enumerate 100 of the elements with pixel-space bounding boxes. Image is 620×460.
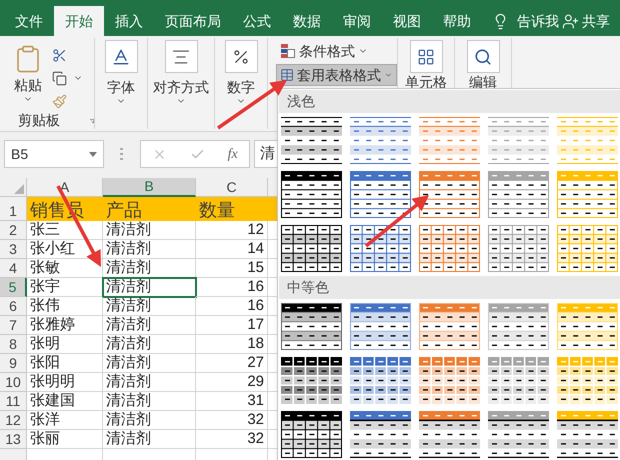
table-style-swatch[interactable] [281, 357, 342, 404]
table-style-swatch[interactable] [281, 303, 342, 350]
conditional-format-icon [280, 43, 296, 59]
table-style-swatch[interactable] [488, 225, 549, 272]
font-icon [104, 40, 138, 73]
table-style-swatch[interactable] [350, 303, 411, 350]
row-header[interactable]: 8 [0, 335, 27, 354]
drag-handle-icon[interactable] [120, 148, 123, 160]
row-header[interactable]: 1 [0, 197, 27, 221]
ribbon-tab[interactable]: 文件 [4, 6, 54, 36]
table-cell: 清洁剂 [103, 259, 196, 278]
table-cell: 张洋 [27, 411, 103, 430]
edit-icon [466, 40, 500, 73]
table-cell: 清洁剂 [103, 430, 196, 449]
table-cell: 17 [196, 316, 268, 335]
table-style-swatch[interactable] [419, 357, 480, 404]
row-header[interactable]: 7 [0, 316, 27, 335]
share-button[interactable]: 共享 [562, 6, 610, 36]
row-header[interactable]: 10 [0, 373, 27, 392]
paste-button[interactable]: 粘贴 [10, 44, 46, 110]
formula-input[interactable]: 清 [254, 140, 277, 168]
table-style-swatch[interactable] [281, 225, 342, 272]
table-cell: 29 [196, 373, 268, 392]
table-cell: 清洁剂 [103, 240, 196, 259]
annotation-arrow [364, 195, 429, 248]
table-style-swatch[interactable] [350, 357, 411, 404]
dialog-launcher-icon[interactable] [90, 116, 94, 124]
user-icon [562, 12, 579, 30]
table-style-swatch[interactable] [350, 225, 411, 272]
ribbon-tab[interactable]: 数据 [282, 6, 332, 36]
table-cell: 18 [196, 335, 268, 354]
table-cell: 31 [196, 392, 268, 411]
table-cell: 清洁剂 [103, 373, 196, 392]
table-cell: 32 [196, 430, 268, 449]
table-cell: 张伟 [27, 297, 103, 316]
table-cell: 清洁剂 [103, 221, 196, 240]
paintbrush-icon [52, 94, 67, 108]
column-header[interactable]: B [103, 178, 196, 197]
table-style-swatch[interactable] [281, 117, 342, 164]
table-cell: 张明 [27, 335, 103, 354]
table-style-swatch[interactable] [350, 411, 411, 458]
row-header[interactable]: 4 [0, 259, 27, 278]
table-cell: 清洁剂 [103, 392, 196, 411]
row-header[interactable]: 13 [0, 430, 27, 449]
ribbon-tab[interactable]: 公式 [232, 6, 282, 36]
cells-icon [410, 40, 442, 73]
row-header[interactable]: 3 [0, 240, 27, 259]
row-header[interactable]: 6 [0, 297, 27, 316]
table-style-swatch[interactable] [419, 117, 480, 164]
header-cell: 产品 [103, 197, 196, 221]
table-style-swatch[interactable] [557, 357, 618, 404]
table-cell: 张建国 [27, 392, 103, 411]
insert-function-button[interactable]: fx [228, 144, 238, 164]
ribbon-tab[interactable]: 页面布局 [154, 6, 232, 36]
copy-button[interactable] [52, 69, 83, 87]
table-cell: 张明明 [27, 373, 103, 392]
align-button[interactable]: 对齐方式 [153, 38, 209, 129]
annotation-arrow [217, 80, 287, 130]
table-style-swatch[interactable] [281, 411, 342, 458]
table-cell: 16 [196, 278, 268, 297]
tell-me-button[interactable]: 告诉我 [492, 6, 559, 36]
ribbon-tab[interactable]: 开始 [54, 6, 104, 36]
name-box[interactable]: B5 [4, 140, 104, 168]
table-cell: 张宇 [27, 278, 103, 297]
dropdown-icon [89, 152, 97, 156]
table-cell: 清洁剂 [103, 297, 196, 316]
row-header[interactable]: 12 [0, 411, 27, 430]
table-style-swatch[interactable] [350, 171, 411, 218]
row-header[interactable]: 5 [0, 278, 27, 297]
table-style-swatch[interactable] [350, 117, 411, 164]
ribbon-tab[interactable]: 插入 [104, 6, 154, 36]
table-cell: 16 [196, 297, 268, 316]
table-style-swatch[interactable] [557, 117, 618, 164]
table-cell: 清洁剂 [103, 411, 196, 430]
table-style-swatch[interactable] [488, 357, 549, 404]
table-style-swatch[interactable] [281, 171, 342, 218]
table-cell: 清洁剂 [103, 354, 196, 373]
row-header[interactable]: 2 [0, 221, 27, 240]
table-style-swatch[interactable] [488, 171, 549, 218]
ribbon-tab[interactable]: 视图 [382, 6, 432, 36]
font-button[interactable]: 字体 [104, 38, 138, 129]
table-style-swatch[interactable] [419, 411, 480, 458]
ribbon-tab[interactable]: 帮助 [432, 6, 482, 36]
copy-icon [52, 70, 67, 86]
edit-button[interactable]: 编辑 [466, 38, 500, 129]
conditional-formatting-button[interactable]: 条件格式 [276, 40, 397, 62]
gallery-section-header: 浅色 [279, 90, 620, 113]
group-label: 剪贴板 [18, 111, 60, 130]
table-cell: 32 [196, 411, 268, 430]
number-button[interactable]: 数字 [224, 38, 258, 129]
table-style-swatch[interactable] [488, 411, 549, 458]
table-style-swatch[interactable] [557, 411, 618, 458]
table-style-swatch[interactable] [419, 225, 480, 272]
table-style-swatch[interactable] [419, 171, 480, 218]
row-header[interactable]: 9 [0, 354, 27, 373]
format-as-table-button[interactable]: 套用表格格式 [276, 64, 397, 86]
header-cell: 数量 [196, 197, 268, 221]
row-header[interactable]: 11 [0, 392, 27, 411]
ribbon-tab[interactable]: 审阅 [332, 6, 382, 36]
table-style-swatch[interactable] [488, 117, 549, 164]
